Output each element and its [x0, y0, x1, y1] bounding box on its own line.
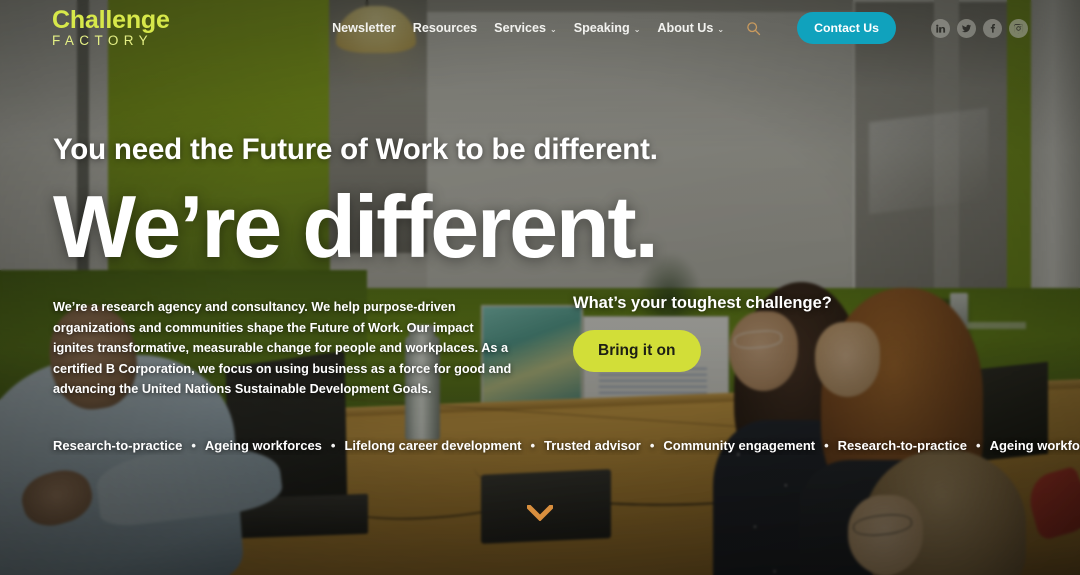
ticker-item: Lifelong career development	[344, 438, 522, 453]
site-header: Challenge FACTORY Newsletter Resources S…	[0, 0, 1080, 56]
nav-item-about-us[interactable]: About Us ⌄	[657, 21, 724, 35]
nav-item-speaking[interactable]: Speaking ⌄	[574, 21, 641, 35]
ticker-separator: •	[976, 438, 981, 453]
nav-label: About Us	[657, 21, 714, 35]
social-links	[931, 18, 1028, 38]
ticker-item: Trusted advisor	[544, 438, 641, 453]
twitter-icon[interactable]	[957, 18, 976, 38]
ticker-item: Community engagement	[663, 438, 816, 453]
contact-us-button[interactable]: Contact Us	[797, 12, 896, 44]
chevron-down-icon: ⌄	[550, 24, 557, 34]
ticker-item: Ageing workforces	[989, 438, 1080, 453]
ticker-separator: •	[649, 438, 655, 453]
hero-headline: We’re different.	[53, 177, 659, 276]
nav-item-resources[interactable]: Resources	[413, 21, 477, 35]
instagram-icon[interactable]	[1009, 18, 1028, 38]
logo-line-1: Challenge	[52, 6, 170, 35]
keyword-ticker: Research-to-practice • Ageing workforces • L…	[0, 437, 1080, 455]
nav-label: Speaking	[573, 21, 630, 35]
hero-section: Challenge FACTORY Newsletter Resources S…	[0, 0, 1080, 575]
nav-label: Resources	[412, 21, 478, 35]
hero-cta: What’s your toughest challenge? Bring it…	[573, 294, 903, 372]
hero-content: You need the Future of Work to be differ…	[0, 0, 1080, 575]
hero-subheadline: You need the Future of Work to be differ…	[53, 133, 658, 166]
facebook-icon[interactable]	[983, 18, 1002, 38]
bring-it-on-button[interactable]: Bring it on	[573, 330, 701, 372]
chevron-down-icon	[527, 505, 553, 521]
ticker-separator: •	[330, 438, 336, 453]
linkedin-icon[interactable]	[931, 18, 950, 38]
hero-description: We’re a research agency and consultancy.…	[53, 300, 512, 397]
nav-label: Services	[494, 21, 546, 35]
chevron-down-icon: ⌄	[633, 24, 641, 34]
search-icon[interactable]	[746, 21, 761, 36]
main-navigation: Newsletter Resources Services ⌄ Speaking…	[332, 12, 1080, 44]
nav-item-services[interactable]: Services ⌄	[494, 21, 557, 35]
ticker-separator: •	[191, 438, 196, 453]
nav-item-newsletter[interactable]: Newsletter	[332, 21, 396, 35]
nav-label: Newsletter	[332, 21, 396, 35]
cta-question: What’s your toughest challenge?	[573, 294, 832, 312]
logo-line-2: FACTORY	[52, 33, 154, 49]
ticker-separator: •	[530, 438, 536, 453]
ticker-item: Research-to-practice	[53, 438, 183, 453]
chevron-down-icon: ⌄	[717, 24, 725, 34]
ticker-separator: •	[824, 438, 829, 453]
scroll-down-indicator[interactable]	[527, 505, 553, 521]
ticker-item: Research-to-practice	[837, 438, 967, 453]
site-logo[interactable]: Challenge FACTORY	[52, 8, 170, 48]
ticker-track: Research-to-practice • Ageing workforces • L…	[0, 438, 1080, 453]
ticker-item: Ageing workforces	[204, 438, 322, 453]
